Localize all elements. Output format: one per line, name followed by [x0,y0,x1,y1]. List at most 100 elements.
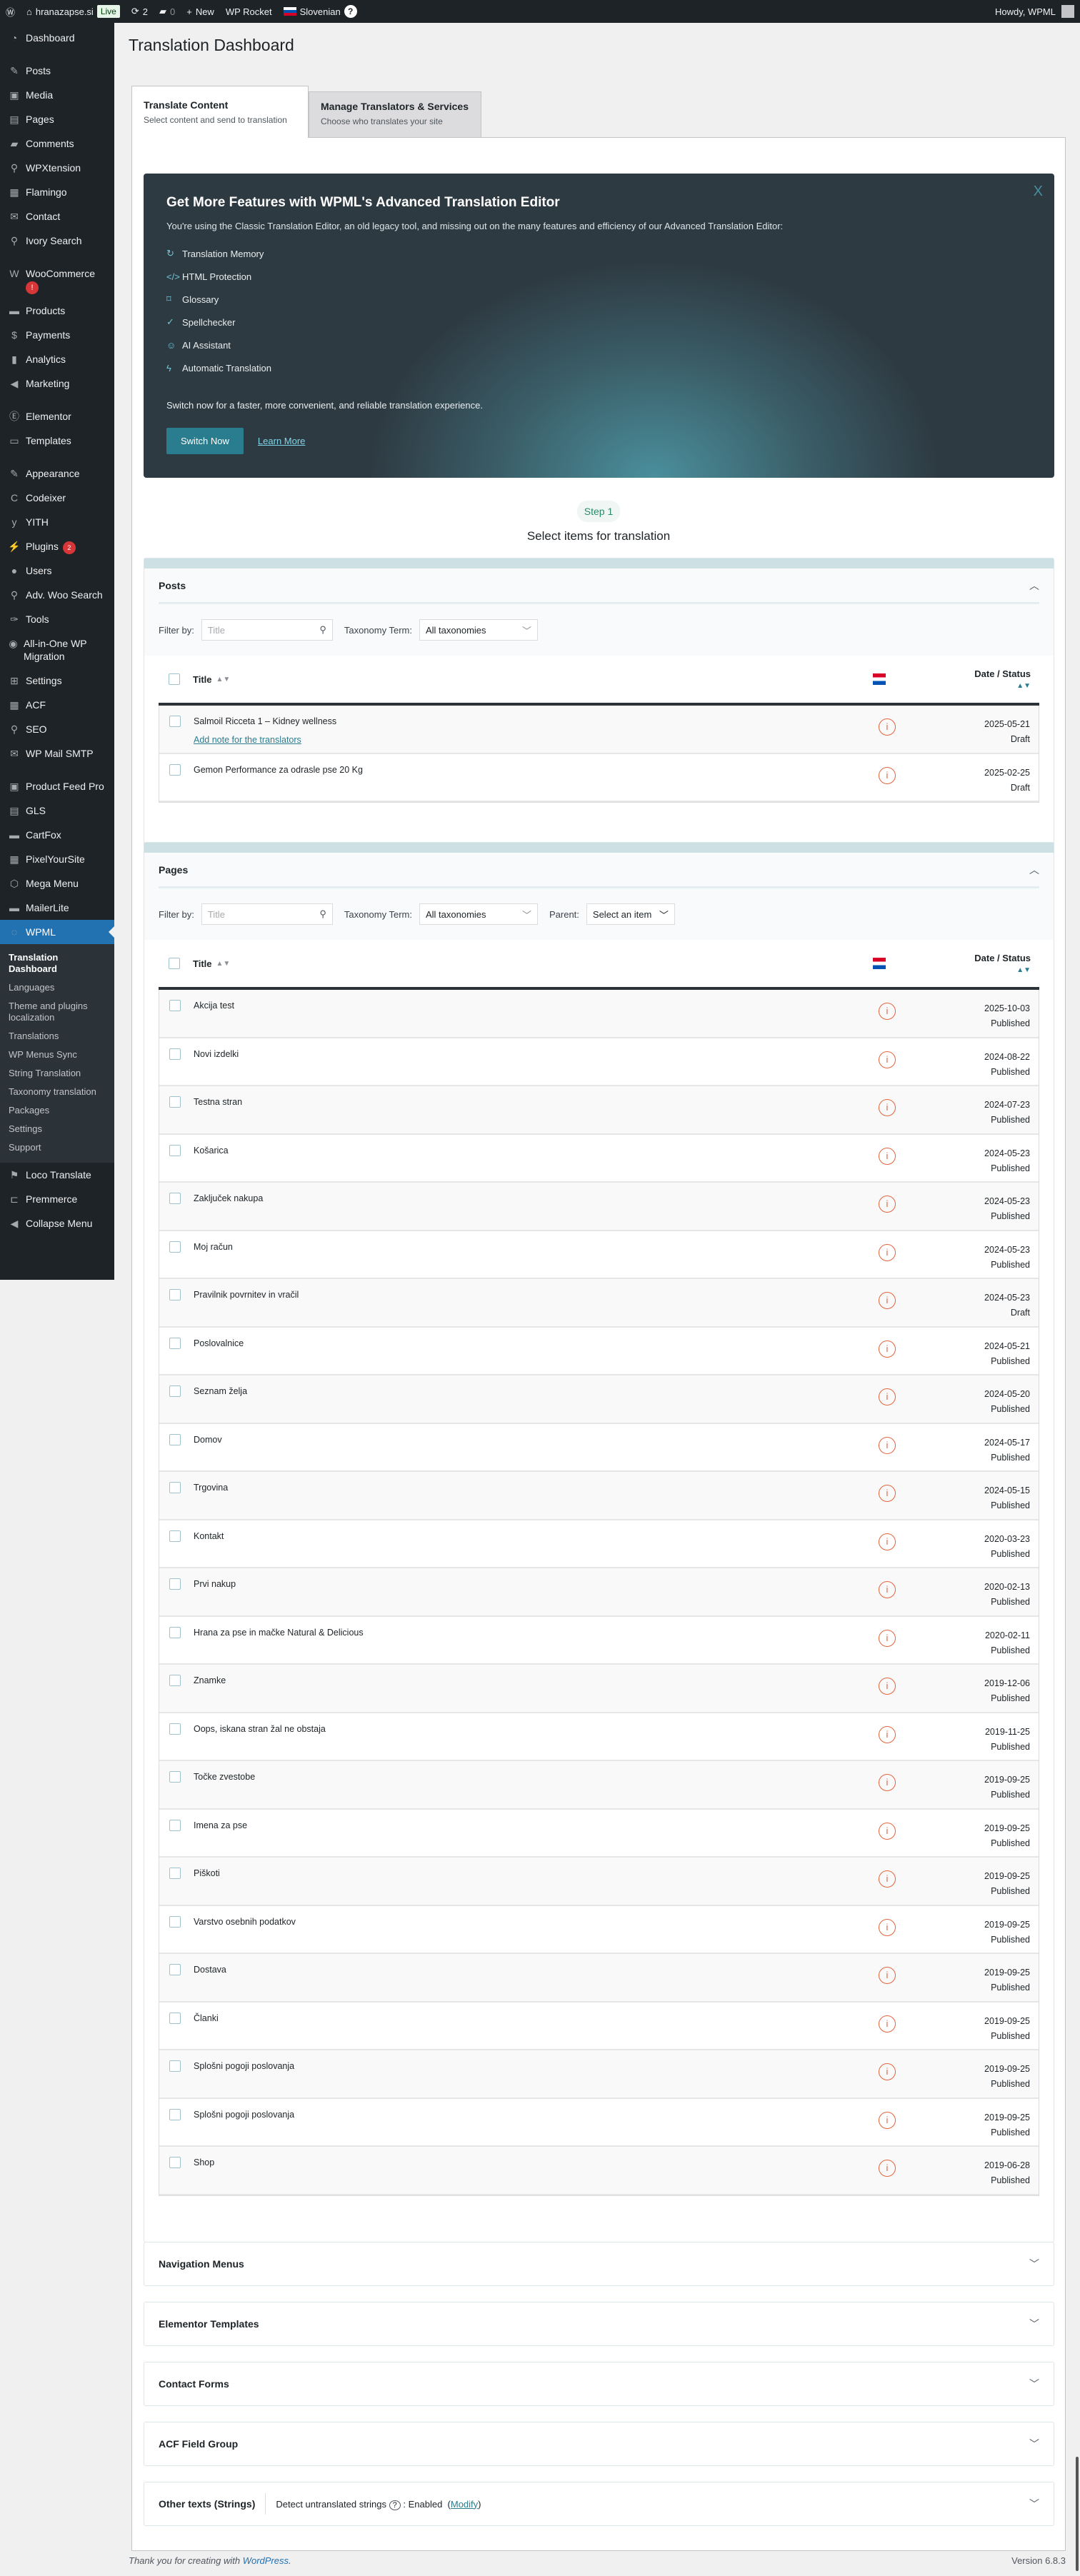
select-all-checkbox[interactable] [169,958,180,969]
sort-by-title[interactable]: Title ▲▼ [193,958,873,969]
row-checkbox[interactable] [169,1868,181,1879]
sidebar-item-product-feed-pro[interactable]: ▣ Product Feed Pro [0,774,114,798]
sidebar-item-payments[interactable]: $ Payments [0,323,114,347]
new-content-link[interactable]: + New [181,0,220,23]
sidebar-item-acf[interactable]: ▦ ACF [0,693,114,717]
strings-section[interactable]: Other texts (Strings) Detect untranslate… [144,2482,1054,2526]
updates-link[interactable]: ⟳ 2 [126,0,154,23]
chevron-up-icon[interactable]: ︿ [1029,578,1039,593]
translation-status-icon[interactable]: i [879,1870,896,1888]
row-checkbox[interactable] [169,2012,181,2024]
row-checkbox[interactable] [169,2108,181,2120]
translation-status-icon[interactable]: i [879,1051,896,1068]
taxonomy-select[interactable]: All taxonomies ﹀ [419,619,538,641]
parent-select[interactable]: Select an item ﹀ [586,903,675,925]
row-checkbox[interactable] [169,1337,181,1349]
learn-more-link[interactable]: Learn More [258,436,305,446]
sidebar-item-users[interactable]: ● Users [0,558,114,583]
translation-status-icon[interactable]: i [879,1918,896,1936]
sidebar-item-gls[interactable]: ▤ GLS [0,798,114,823]
row-checkbox[interactable] [169,1964,181,1975]
row-checkbox[interactable] [169,1578,181,1590]
submenu-item[interactable]: Support [0,1138,114,1157]
submenu-item[interactable]: Languages [0,978,114,997]
sidebar-item-wpml[interactable]: ◌ WPML [0,920,114,944]
translation-status-icon[interactable]: i [879,718,896,736]
row-checkbox[interactable] [169,1241,181,1253]
sidebar-item-analytics[interactable]: ▮ Analytics [0,347,114,371]
translation-status-icon[interactable]: i [879,1967,896,1984]
row-checkbox[interactable] [169,1433,181,1445]
row-checkbox[interactable] [169,2060,181,2072]
sidebar-item-wpxtension[interactable]: ⚲ WPXtension [0,156,114,180]
translation-status-icon[interactable]: i [879,2063,896,2080]
row-checkbox[interactable] [169,1819,181,1831]
language-switcher[interactable]: Slovenian? [278,0,363,23]
sort-by-date[interactable]: Date / Status ▲▼ [961,953,1039,974]
taxonomy-select[interactable]: All taxonomies ﹀ [419,903,538,925]
row-checkbox[interactable] [169,716,181,727]
row-checkbox[interactable] [169,1193,181,1204]
translation-status-icon[interactable]: i [879,1147,896,1165]
translation-status-icon[interactable]: i [879,1436,896,1454]
sidebar-item-wp-mail-smtp[interactable]: ✉ WP Mail SMTP [0,741,114,766]
section-header[interactable]: Pages ︿ [159,853,1039,888]
sidebar-item-templates[interactable]: ▭ Templates [0,429,114,453]
site-name-link[interactable]: ⌂ hranazapse.si Live [21,0,126,23]
switch-now-button[interactable]: Switch Now [166,428,244,454]
translation-status-icon[interactable]: i [879,1581,896,1598]
tab-manage-translators[interactable]: Manage Translators & Services Choose who … [309,91,481,137]
sidebar-item-cartfox[interactable]: ▬ CartFox [0,823,114,847]
sidebar-item-woocommerce[interactable]: W WooCommerce! [0,261,114,299]
sidebar-item-settings[interactable]: ⊞ Settings [0,668,114,693]
chevron-up-icon[interactable]: ︿ [1029,863,1039,877]
sidebar-item-ivory-search[interactable]: ⚲ Ivory Search [0,229,114,253]
row-checkbox[interactable] [169,2157,181,2168]
close-icon[interactable]: X [1034,184,1043,200]
translation-status-icon[interactable]: i [879,1196,896,1213]
section-header[interactable]: Posts ︿ [159,568,1039,604]
sidebar-item-appearance[interactable]: ✎ Appearance [0,461,114,486]
sidebar-item-mega-menu[interactable]: ⬡ Mega Menu [0,871,114,896]
row-checkbox[interactable] [169,763,181,776]
chevron-down-icon[interactable]: ﹀ [1029,2437,1039,2451]
translation-status-icon[interactable]: i [879,1678,896,1695]
submenu-item[interactable]: Theme and plugins localization [0,997,114,1027]
row-checkbox[interactable] [169,1530,181,1542]
chevron-down-icon[interactable]: ﹀ [1029,2377,1039,2391]
row-checkbox[interactable] [169,1096,181,1108]
sidebar-item-products[interactable]: ▬ Products [0,299,114,323]
translation-status-icon[interactable]: i [879,1292,896,1309]
chevron-down-icon[interactable]: ﹀ [1029,2257,1039,2271]
translation-status-icon[interactable]: i [879,1533,896,1550]
row-checkbox[interactable] [169,1771,181,1783]
row-checkbox[interactable] [169,1048,181,1060]
translation-status-icon[interactable]: i [879,1243,896,1261]
translation-status-icon[interactable]: i [879,1485,896,1502]
sidebar-item-dashboard[interactable]: ◔ Dashboard [0,26,114,50]
sidebar-item-tools[interactable]: ✑ Tools [0,607,114,631]
sidebar-item-contact[interactable]: ✉ Contact [0,204,114,229]
wordpress-logo-icon[interactable]: Ⓦ [0,0,21,23]
translation-status-icon[interactable]: i [879,1340,896,1358]
sidebar-item-media[interactable]: ▣ Media [0,83,114,107]
submenu-item[interactable]: Translations [0,1027,114,1046]
translation-status-icon[interactable]: i [879,1003,896,1020]
sidebar-item-all-in-one-wp-migration[interactable]: ◉ All-in-One WP Migration [0,631,114,668]
row-checkbox[interactable] [169,1675,181,1686]
sidebar-item-flamingo[interactable]: ▦ Flamingo [0,180,114,204]
submenu-item[interactable]: Settings [0,1120,114,1138]
tab-translate-content[interactable]: Translate Content Select content and send… [131,86,309,138]
sidebar-item-comments[interactable]: ▰ Comments [0,131,114,156]
row-checkbox[interactable] [169,1289,181,1300]
comments-link[interactable]: ▰ 0 [154,0,181,23]
sort-by-title[interactable]: Title ▲▼ [193,674,873,685]
submenu-item[interactable]: String Translation [0,1064,114,1083]
sidebar-item-plugins[interactable]: ⚡ Plugins 2 [0,534,114,558]
add-note-link[interactable]: Add note for the translators [194,735,879,745]
title-filter-input[interactable]: Title ⚲ [201,619,333,641]
help-icon[interactable]: ? [389,2500,401,2510]
collapsed-section[interactable]: Elementor Templates ﹀ [144,2302,1054,2346]
sidebar-item-marketing[interactable]: ◀ Marketing [0,371,114,396]
sidebar-item-elementor[interactable]: Ⓔ Elementor [0,404,114,429]
